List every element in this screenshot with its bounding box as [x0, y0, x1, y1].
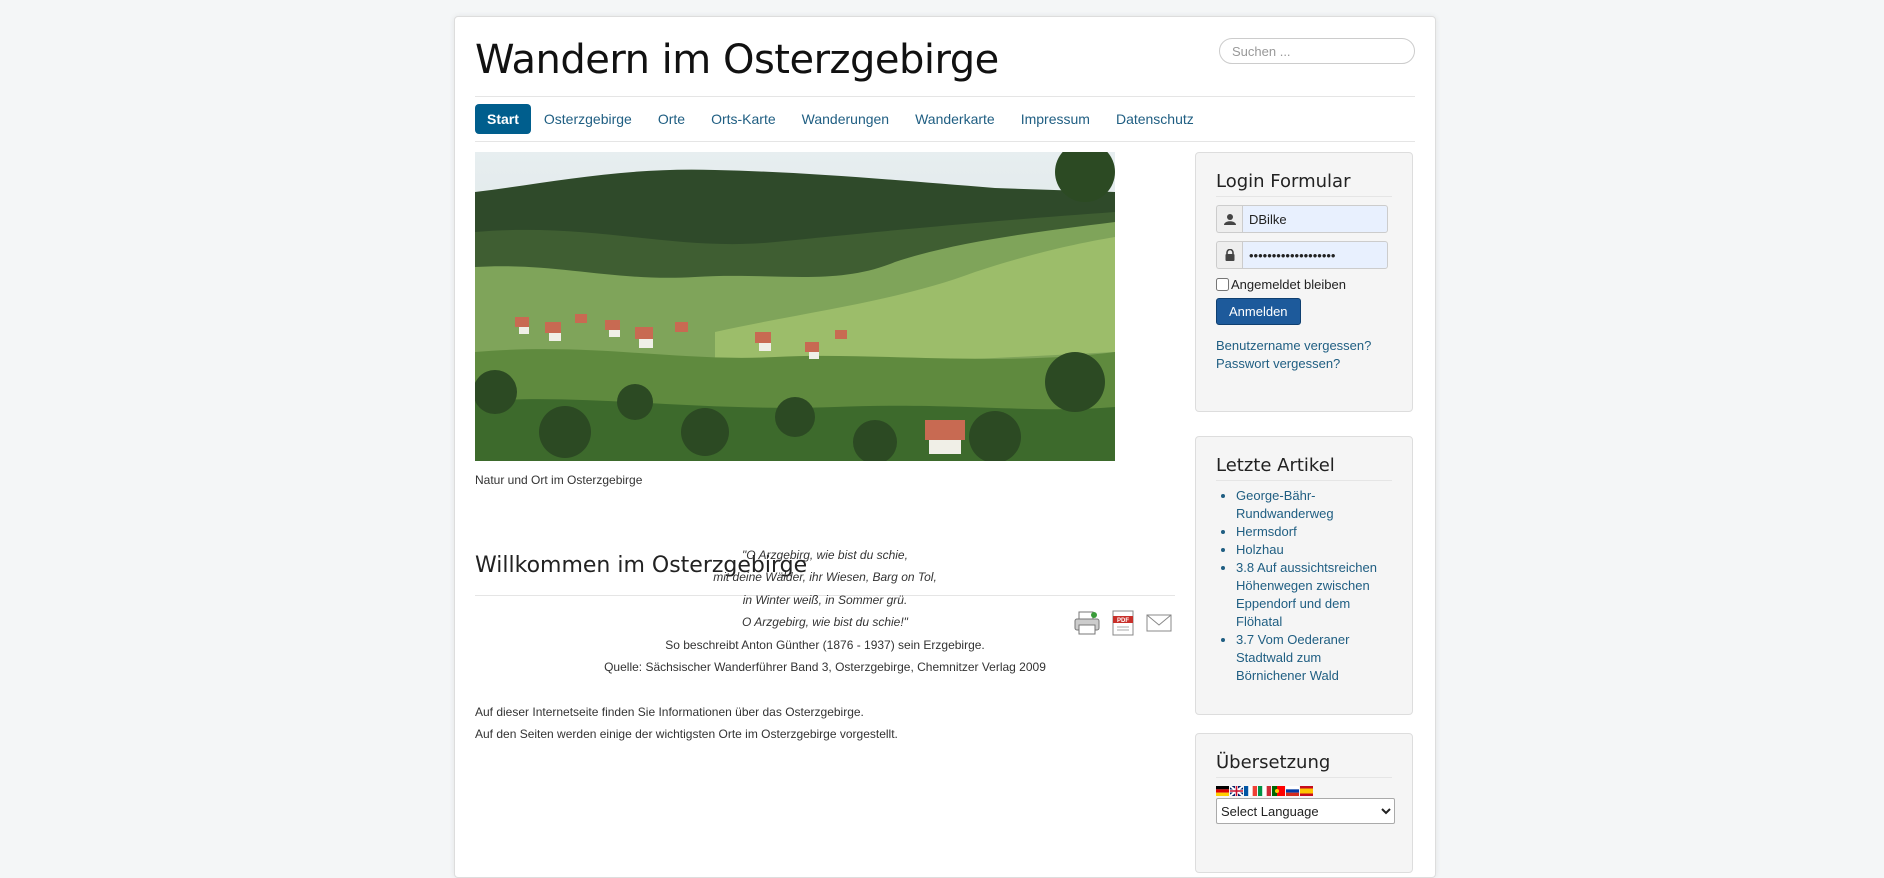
- quote-source: Quelle: Sächsischer Wanderführer Band 3,…: [604, 660, 1046, 674]
- nav-item-osterzgebirge[interactable]: Osterzgebirge: [531, 104, 645, 134]
- login-title: Login Formular: [1216, 171, 1392, 197]
- hero-caption: Natur und Ort im Osterzgebirge: [475, 473, 643, 487]
- user-icon: [1216, 205, 1242, 233]
- list-item: 3.8 Auf aussichtsreichen Höhenwegen zwis…: [1236, 559, 1392, 631]
- it-flag[interactable]: [1258, 786, 1271, 796]
- list-item: Hermsdorf: [1236, 523, 1392, 541]
- divider: [475, 141, 1415, 142]
- quote-line: mit deine Wälder, ihr Wiesen, Barg on To…: [713, 570, 937, 584]
- remember-label[interactable]: Angemeldet bleiben: [1231, 277, 1346, 292]
- translation-module: Übersetzung Select Language: [1195, 733, 1413, 873]
- site-title[interactable]: Wandern im Osterzgebirge: [475, 37, 999, 83]
- nav-item-start[interactable]: Start: [475, 104, 531, 134]
- quote-line: O Arzgebirg, wie bist du schie!": [742, 615, 908, 629]
- main-nav: Start Osterzgebirge Orte Orts-Karte Wand…: [475, 104, 1207, 134]
- username-row: [1216, 205, 1392, 233]
- es-flag[interactable]: [1300, 786, 1313, 796]
- hero-image: [475, 152, 1115, 461]
- list-item: Holzhau: [1236, 541, 1392, 559]
- quote-attribution: So beschreibt Anton Günther (1876 - 1937…: [665, 638, 985, 652]
- language-select[interactable]: Select Language: [1216, 798, 1395, 824]
- forgot-username-link[interactable]: Benutzername vergessen?: [1216, 337, 1392, 355]
- quote-line: "O Arzgebirg, wie bist du schie,: [742, 548, 908, 562]
- nav-item-impressum[interactable]: Impressum: [1008, 104, 1103, 134]
- pt-flag[interactable]: [1272, 786, 1285, 796]
- page-container: Wandern im Osterzgebirge Start Osterzgeb…: [454, 16, 1436, 878]
- quote-line: in Winter weiß, in Sommer grü.: [742, 593, 908, 607]
- nav-item-wanderungen[interactable]: Wanderungen: [789, 104, 902, 134]
- lock-icon: [1216, 241, 1242, 269]
- fr-flag[interactable]: [1244, 786, 1257, 796]
- nav-item-orts-karte[interactable]: Orts-Karte: [698, 104, 789, 134]
- flag-bar: [1216, 786, 1392, 796]
- de-flag[interactable]: [1216, 786, 1229, 796]
- password-field[interactable]: [1242, 241, 1388, 269]
- translation-title: Übersetzung: [1216, 752, 1392, 778]
- list-item: 3.7 Vom Oederaner Stadtwald zum Börniche…: [1236, 631, 1392, 685]
- password-row: [1216, 241, 1392, 269]
- ru-flag[interactable]: [1286, 786, 1299, 796]
- remember-row: Angemeldet bleiben: [1216, 277, 1392, 292]
- article-link[interactable]: 3.7 Vom Oederaner Stadtwald zum Börniche…: [1236, 632, 1349, 683]
- nav-item-orte[interactable]: Orte: [645, 104, 698, 134]
- login-module: Login Formular Angemeldet bleiben Anmeld…: [1195, 152, 1413, 412]
- article-link[interactable]: Hermsdorf: [1236, 524, 1297, 539]
- nav-item-wanderkarte[interactable]: Wanderkarte: [902, 104, 1008, 134]
- latest-articles-list: George-Bähr-Rundwanderweg Hermsdorf Holz…: [1216, 487, 1392, 685]
- nav-item-datenschutz[interactable]: Datenschutz: [1103, 104, 1207, 134]
- remember-checkbox[interactable]: [1216, 278, 1229, 291]
- list-item: George-Bähr-Rundwanderweg: [1236, 487, 1392, 523]
- divider: [475, 96, 1415, 97]
- latest-articles-module: Letzte Artikel George-Bähr-Rundwanderweg…: [1195, 436, 1413, 715]
- article-paragraph: Auf dieser Internetseite finden Sie Info…: [475, 705, 864, 719]
- forgot-password-link[interactable]: Passwort vergessen?: [1216, 355, 1392, 373]
- login-button[interactable]: Anmelden: [1216, 298, 1301, 325]
- username-field[interactable]: [1242, 205, 1388, 233]
- article-paragraph: Auf den Seiten werden einige der wichtig…: [475, 727, 898, 741]
- search-input[interactable]: [1219, 38, 1415, 64]
- en-flag[interactable]: [1230, 786, 1243, 796]
- article-link[interactable]: Holzhau: [1236, 542, 1284, 557]
- article-link[interactable]: George-Bähr-Rundwanderweg: [1236, 488, 1334, 521]
- login-links: Benutzername vergessen? Passwort vergess…: [1216, 337, 1392, 373]
- article-link[interactable]: 3.8 Auf aussichtsreichen Höhenwegen zwis…: [1236, 560, 1377, 629]
- latest-articles-title: Letzte Artikel: [1216, 455, 1392, 481]
